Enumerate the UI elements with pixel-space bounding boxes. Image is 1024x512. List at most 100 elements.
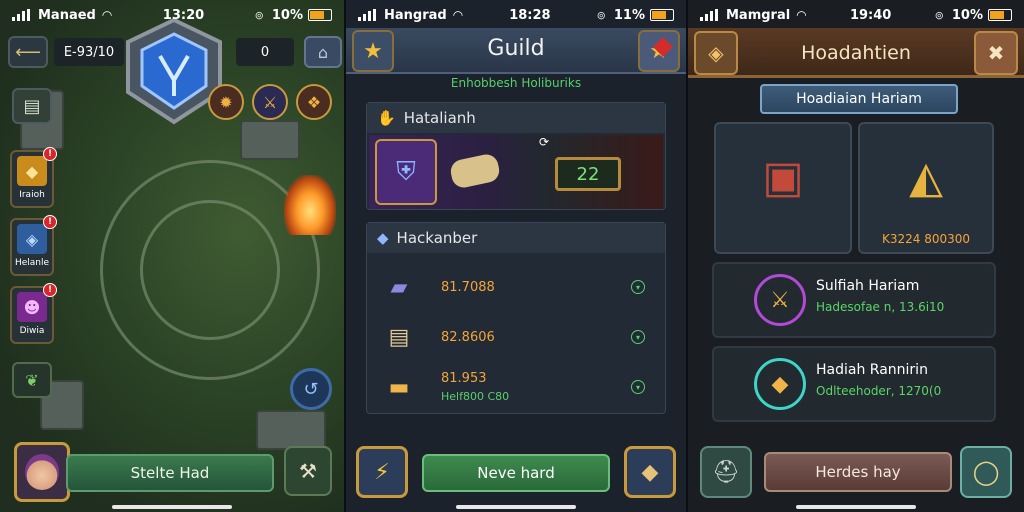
item-value: 81.953 Helf800 C80: [441, 371, 509, 403]
campfire: [284, 175, 336, 235]
side-button-gems[interactable]: ◆ Iraioh !: [10, 147, 57, 208]
status-bar: Hangrad ◠ 18:28 ⊚ 11%: [346, 0, 686, 30]
notification-badge: !: [43, 215, 57, 229]
member-panel: ◆ Hackanber ▰ 81.7088 ▾ ▤ 82.8606 ▾ ▬ 81…: [366, 222, 666, 414]
back-arrow-icon: ⟵: [15, 41, 41, 63]
guild-shield-icon: ⛨: [375, 139, 437, 205]
reward-title: Sulfiah Hariam: [816, 278, 920, 294]
clock: 13:20: [162, 7, 205, 23]
stone-circle-inner: [140, 200, 280, 340]
rewards-screen: Mamgral ◠ 19:40 ⊚ 10% ◈ Hoadahtien ✖ Hoa…: [688, 0, 1024, 512]
close-button[interactable]: ✖: [974, 31, 1018, 75]
battery-icon: [649, 9, 674, 21]
side-button-hero[interactable]: ☻ Diwia !: [10, 283, 57, 344]
swirl-icon: ↺: [303, 378, 319, 400]
tools-icon: ⚒: [299, 459, 317, 483]
close-icon: ✖: [987, 41, 1005, 65]
item-value-text: 81.953: [441, 371, 487, 386]
back-arrow-button[interactable]: ⟵: [8, 36, 48, 68]
map-screen: Manaed ◠ 13:20 ⊚ 10% ⟵ E-93/10 0 ⌂ ✹ ⚔ ❖…: [0, 0, 344, 512]
armor-button[interactable]: ⛑: [700, 446, 752, 498]
panel-header: ◆ Hackanber: [367, 223, 665, 253]
purple-hero-icon: ☻: [17, 292, 47, 322]
reward-title: Hadiah Rannirin: [816, 362, 928, 378]
ring-button[interactable]: ◯: [960, 446, 1012, 498]
battery-percent: 10%: [951, 7, 983, 23]
reward-card-chest[interactable]: ▣: [714, 122, 852, 254]
battery-percent: 10%: [271, 7, 303, 23]
sword-icon: ⚔: [754, 274, 806, 326]
battery-icon: [307, 9, 332, 21]
gold-ingot-icon: ◭: [909, 151, 943, 203]
battery-icon: [987, 9, 1012, 21]
side-button-cube[interactable]: ◈ Helanle !: [10, 215, 57, 276]
boost-button[interactable]: ⚡: [356, 446, 408, 498]
home-indicator: [456, 505, 576, 509]
rotation-lock-icon: ⊚: [934, 8, 944, 22]
carrier-label: Mamgral: [726, 7, 791, 23]
gold-treasure-icon: ◆: [754, 358, 806, 410]
map-scroll-button[interactable]: ▤: [12, 88, 52, 124]
main-action-button[interactable]: Neve hard: [422, 454, 610, 492]
chevron-down-icon[interactable]: ▾: [631, 330, 645, 344]
avatar-face: [25, 454, 59, 490]
gem-chest-icon: ◆: [17, 156, 47, 186]
player-avatar[interactable]: [14, 442, 70, 502]
main-action-button[interactable]: Stelte Had: [66, 454, 274, 492]
clock: 19:40: [849, 7, 892, 23]
main-action-button[interactable]: Herdes hay: [764, 452, 952, 492]
reward-subtitle: Hadesofae n, 13.6i10: [816, 300, 945, 314]
castle-button[interactable]: ⌂: [304, 36, 342, 68]
tab-rewards[interactable]: Hoadiaian Hariam: [760, 84, 958, 114]
list-item[interactable]: ▰ 81.7088 ▾: [371, 259, 661, 315]
chevron-down-icon[interactable]: ▾: [631, 280, 645, 294]
status-bar: Manaed ◠ 13:20 ⊚ 10%: [0, 0, 344, 30]
item-subvalue: Helf800 C80: [441, 390, 510, 403]
rotation-lock-icon: ⊚: [596, 8, 606, 22]
rotation-lock-icon: ⊚: [254, 8, 264, 22]
status-bar: Mamgral ◠ 19:40 ⊚ 10%: [688, 0, 1024, 30]
list-item[interactable]: ▬ 81.953 Helf800 C80 ▾: [371, 359, 661, 415]
reward-row[interactable]: ⚔ Sulfiah Hariam Hadesofae n, 13.6i10: [712, 262, 996, 338]
reward-card-gold[interactable]: ◭ K3224 800300: [858, 122, 994, 254]
reward-subtitle: Odlteehoder, 1270(0: [816, 384, 942, 398]
carrier-label: Hangrad: [384, 7, 447, 23]
tools-button[interactable]: ⚒: [284, 446, 332, 496]
guild-banner[interactable]: ⛨ ⟳ 22: [369, 135, 663, 209]
resource-chip: E-93/10: [54, 38, 124, 66]
side-button-label: Iraioh: [19, 190, 45, 200]
leaf-icon: ❦: [25, 370, 39, 390]
scroll-icon: [448, 152, 502, 190]
rewards-header: ◈ Hoadahtien ✖: [688, 28, 1024, 78]
notification-badge: !: [43, 147, 57, 161]
signal-icon: [358, 9, 376, 21]
reward-price: K3224 800300: [881, 232, 971, 246]
signal-icon: [12, 9, 30, 21]
home-indicator: [796, 505, 916, 509]
purple-ingot-icon: ▰: [390, 274, 408, 300]
side-button-label: Diwia: [19, 326, 45, 336]
chevron-down-icon[interactable]: ▾: [631, 380, 645, 394]
leaf-button[interactable]: ❦: [12, 362, 52, 398]
wifi-icon: ◠: [101, 8, 113, 22]
reward-row[interactable]: ◆ Hadiah Rannirin Odlteehoder, 1270(0: [712, 346, 996, 422]
guild-header: ★ Guild ★: [346, 28, 686, 74]
spear-badge-icon[interactable]: ⚔: [252, 84, 288, 120]
battery-percent: 11%: [613, 7, 645, 23]
hand-icon: ✋: [377, 109, 396, 127]
sync-icon: ⟳: [539, 135, 550, 149]
fire-mask-icon[interactable]: ✹: [208, 84, 244, 120]
signal-icon: [700, 9, 718, 21]
blue-cube-icon: ◈: [17, 224, 47, 254]
bottom-bar: ⚡ Neve hard ◆: [356, 444, 676, 502]
bottom-bar: ⛑ Herdes hay ◯: [696, 444, 1016, 502]
map-action-button[interactable]: ↺: [290, 368, 332, 410]
helmet-icon: ⛑: [712, 459, 740, 485]
blue-gem-icon: ◆: [377, 229, 389, 247]
shop-button[interactable]: ◆: [624, 446, 676, 498]
emblem-badge-icon[interactable]: ❖: [296, 84, 332, 120]
list-item[interactable]: ▤ 82.8606 ▾: [371, 309, 661, 365]
count-chip: 0: [236, 38, 294, 66]
section-title: Hatalianh: [403, 109, 476, 127]
bottom-bar: Stelte Had ⚒: [8, 442, 336, 502]
